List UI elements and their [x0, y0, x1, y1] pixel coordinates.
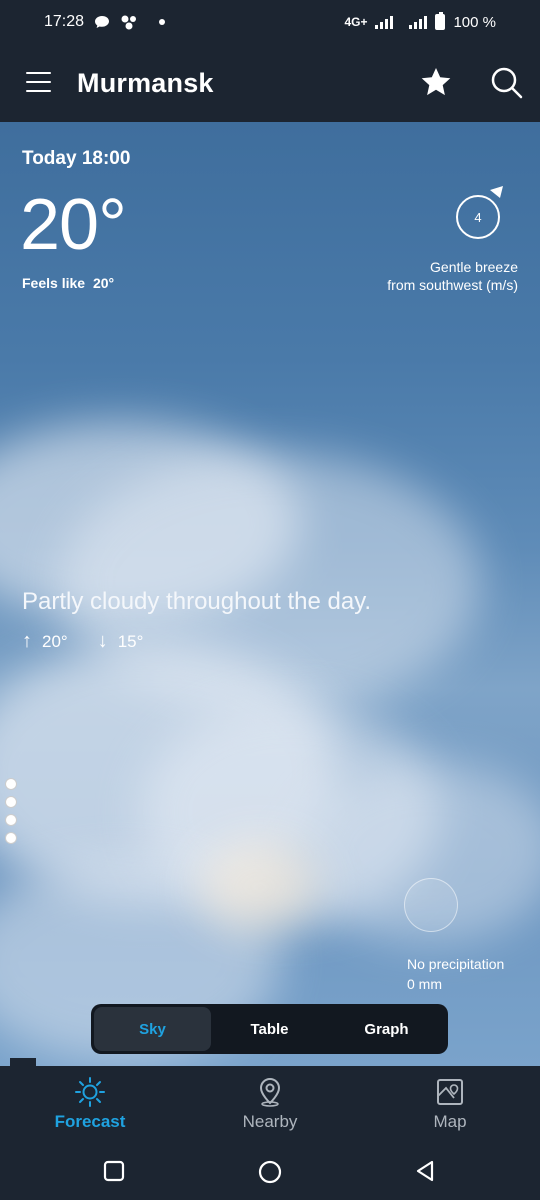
- tab-table[interactable]: Table: [211, 1007, 328, 1051]
- tab-graph[interactable]: Graph: [328, 1007, 445, 1051]
- wind-line-1: Gentle breeze: [430, 259, 518, 275]
- search-icon[interactable]: [488, 64, 524, 100]
- sky-view: Today 18:00 20° Feels like 20° 4 Gentle …: [0, 122, 540, 1066]
- map-icon: [437, 1079, 463, 1105]
- sun-glow: [200, 842, 320, 932]
- precipitation-info: No precipitation 0 mm: [407, 954, 504, 994]
- tab-sky[interactable]: Sky: [94, 1007, 211, 1051]
- nav-forecast[interactable]: Forecast: [20, 1076, 160, 1132]
- low-temperature: 15°: [117, 631, 144, 651]
- scroll-handle: [10, 1058, 36, 1066]
- precipitation-line-2: 0 mm: [407, 976, 442, 992]
- star-icon[interactable]: [418, 64, 454, 100]
- battery-level: 100 %: [453, 13, 496, 31]
- square-icon[interactable]: [103, 1160, 125, 1182]
- precipitation-line-1: No precipitation: [407, 956, 505, 972]
- high-temperature: 20°: [42, 631, 68, 651]
- circle-icon[interactable]: [258, 1160, 282, 1184]
- wind-speed: 4: [474, 210, 481, 225]
- app-bar: Murmansk: [0, 44, 540, 122]
- feels-like: Feels like 20°: [22, 275, 114, 291]
- location-pin-icon: [259, 1077, 281, 1107]
- day-summary: Partly cloudy throughout the day.: [22, 588, 372, 615]
- dot-icon: [159, 19, 166, 25]
- current-temperature: 20°: [20, 185, 127, 265]
- network-type: 4G+: [344, 15, 368, 29]
- chat-bubble-icon: [95, 16, 110, 28]
- city-title: Murmansk: [77, 68, 214, 98]
- wind-direction-icon: 4: [456, 186, 503, 239]
- status-time: 17:28: [44, 13, 85, 30]
- nav-nearby[interactable]: Nearby: [200, 1076, 340, 1132]
- view-tabs: Sky Table Graph: [91, 1004, 448, 1054]
- wind-line-2: from southwest (m/s): [387, 277, 518, 293]
- wind-description: Gentle breeze from southwest (m/s): [387, 258, 518, 294]
- nav-nearby-label: Nearby: [242, 1112, 298, 1131]
- feels-like-label: Feels like: [22, 275, 86, 291]
- precipitation-icon: [404, 878, 458, 932]
- app-cluster-icon: [121, 15, 137, 30]
- bottom-navigation: Forecast Nearby Map: [0, 1066, 540, 1142]
- nav-map-label: Map: [433, 1112, 467, 1131]
- arrow-down-icon: ↓: [97, 630, 108, 652]
- forecast-time: Today 18:00: [22, 148, 131, 169]
- high-low: ↑ 20° ↓ 15°: [22, 630, 173, 653]
- status-bar: 17:28 4G+ 100 %: [0, 0, 540, 44]
- arrow-up-icon: ↑: [22, 630, 32, 652]
- feels-like-value: 20°: [92, 275, 115, 291]
- nav-map[interactable]: Map: [380, 1076, 520, 1132]
- nav-forecast-label: Forecast: [54, 1112, 126, 1131]
- signal-icon: [409, 15, 428, 29]
- menu-icon[interactable]: [26, 72, 51, 92]
- sun-icon: [75, 1077, 105, 1107]
- page-indicator[interactable]: [5, 778, 17, 844]
- signal-icon: [375, 15, 394, 29]
- battery-icon: [435, 12, 446, 30]
- back-triangle-icon[interactable]: [414, 1160, 436, 1182]
- system-navigation: [0, 1142, 540, 1200]
